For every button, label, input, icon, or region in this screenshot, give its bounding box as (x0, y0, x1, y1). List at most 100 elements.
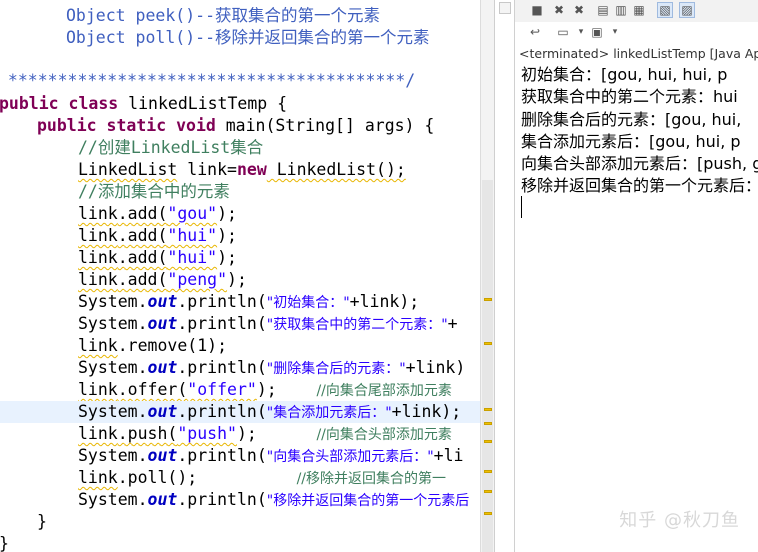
poll-line: link.poll(); //移除并返回集合的第一 (78, 467, 446, 489)
console-output-line: 初始集合：[gou, hui, hui, p (521, 65, 728, 84)
code-text: .println( (177, 490, 267, 509)
code-text: + (447, 314, 458, 333)
open-console-icon[interactable]: ▣ (589, 24, 605, 40)
code-text: .add( (117, 226, 168, 245)
class-declaration: public class linkedListTemp { (0, 93, 287, 115)
show-on-stderr-icon[interactable]: ▨ (679, 2, 695, 18)
code-text: ); (256, 380, 317, 399)
comment-create: //创建LinkedList集合 (78, 137, 263, 159)
console-output[interactable]: 初始集合：[gou, hui, hui, p 获取集合中的第二个元素：hui 删… (521, 64, 758, 198)
string-literal: "peng" (167, 270, 228, 289)
code-text: System. (78, 402, 148, 421)
warning-marker[interactable] (484, 490, 492, 493)
string-literal: "hui" (167, 248, 218, 267)
javadoc-line-peek: Object peek()--获取集合的第一个元素 (66, 5, 380, 27)
chevron-down-icon[interactable]: ▾ (573, 24, 589, 40)
code-text: link (78, 380, 118, 399)
method-signature: main(String[] args) { (215, 116, 435, 135)
string-literal: "push" (177, 424, 237, 443)
terminate-icon[interactable]: ■ (529, 2, 545, 18)
chevron-down-icon[interactable]: ▾ (607, 24, 623, 40)
declaration-line: LinkedList link=new LinkedList(); (78, 159, 406, 181)
code-text: link (78, 226, 118, 245)
offer-line: link.offer("offer"); //向集合尾部添加元素 (78, 379, 452, 401)
scroll-lock-icon[interactable]: ▥ (613, 2, 629, 18)
clear-console-icon[interactable]: ▤ (595, 2, 611, 18)
remove-line: link.remove(1); (78, 335, 227, 357)
println-line: System.out.println("获取集合中的第二个元素："+ (78, 313, 458, 335)
keyword: new (236, 160, 267, 179)
remove-all-launches-icon[interactable]: ✖ (571, 2, 587, 18)
pin-console-icon[interactable]: ↩ (527, 24, 543, 40)
string-literal: "集合添加元素后：" (266, 405, 392, 421)
string-literal: "offer" (187, 380, 257, 399)
code-text: link (78, 468, 118, 487)
code-text: ); (227, 270, 247, 289)
warning-marker[interactable] (484, 422, 492, 425)
console-output-line: 获取集合中的第二个元素：hui (521, 87, 738, 107)
word-wrap-icon[interactable]: ▦ (631, 2, 647, 18)
code-text: +link); (391, 402, 462, 421)
code-text: .offer( (117, 380, 188, 399)
code-text: .push( (117, 424, 178, 443)
code-text: link (78, 204, 118, 223)
code-text: .add( (117, 270, 168, 289)
code-text: System. (78, 490, 148, 509)
code-text: .remove(1); (117, 336, 228, 355)
javadoc-text: ****************************************… (0, 71, 416, 90)
code-text: LinkedList(); (266, 160, 406, 179)
code-text: .println( (177, 358, 267, 377)
code-text: link (78, 424, 118, 443)
comment-text: //向集合头部添加元素 (316, 427, 452, 443)
static-field: out (147, 292, 178, 311)
warning-marker[interactable] (484, 298, 492, 301)
current-line-highlight: System.out.println("集合添加元素后："+link); (0, 401, 480, 423)
string-literal: "gou" (167, 204, 218, 223)
static-field: out (147, 402, 178, 421)
javadoc-line-poll: Object poll()--移除并返回集合的第一个元素 (66, 27, 430, 49)
code-text: ); (217, 248, 237, 267)
code-text: System. (78, 314, 148, 333)
console-output-line: 删除集合后的元素：[gou, hui, (521, 109, 742, 129)
javadoc-text: Object peek()--获取集合的第一个元素 (66, 6, 381, 25)
show-on-stdout-icon[interactable]: ▧ (657, 2, 673, 18)
push-line: link.push("push"); //向集合头部添加元素 (78, 423, 452, 445)
code-text: } (37, 512, 47, 531)
add-call-line: link.add("hui"); (78, 225, 237, 247)
pane-separator (494, 0, 515, 552)
warning-marker[interactable] (484, 408, 492, 411)
string-literal: "删除集合后的元素：" (266, 361, 406, 377)
watermark: 知乎 @秋刀鱼 (619, 510, 740, 531)
comment-text: //移除并返回集合的第一 (296, 471, 446, 487)
overview-ruler[interactable] (480, 0, 495, 552)
remove-launch-icon[interactable]: ✖ (551, 2, 567, 18)
type-name: LinkedList (78, 160, 178, 179)
warning-marker[interactable] (484, 342, 492, 345)
method-close-brace: } (37, 511, 47, 533)
console-output-line: 向集合头部添加元素后：[push, g (521, 154, 758, 174)
ruler-scroll-region[interactable] (482, 180, 493, 552)
string-literal: "移除并返回集合的第一个元素后 (266, 493, 470, 509)
warning-marker[interactable] (484, 470, 492, 473)
warning-marker[interactable] (484, 440, 492, 443)
code-text: ); (236, 424, 317, 443)
add-call-line: link.add("gou"); (78, 203, 237, 225)
code-text: .poll(); (117, 468, 297, 487)
code-text: .add( (117, 248, 168, 267)
code-text: +link); (349, 292, 420, 311)
static-field: out (147, 446, 178, 465)
console-subtoolbar: ↩ ▭ ▾ ▣ ▾ (515, 22, 758, 42)
static-field: out (147, 314, 178, 333)
main-method-declaration: public static void main(String[] args) { (37, 115, 434, 137)
warning-marker[interactable] (484, 512, 492, 515)
class-name: linkedListTemp { (118, 94, 288, 113)
terminated-label: <terminated> linkedListTemp [Java Appli (519, 46, 758, 61)
javadoc-text: Object poll()--移除并返回集合的第一个元素 (66, 28, 430, 47)
status-box-icon (499, 2, 511, 14)
code-text: .add( (117, 204, 168, 223)
println-line: System.out.println("向集合头部添加元素后："+li (78, 445, 463, 467)
code-editor[interactable]: Object peek()--获取集合的第一个元素 Object poll()-… (0, 0, 480, 552)
code-text: .println( (177, 314, 267, 333)
comment-text: //向集合尾部添加元素 (316, 383, 452, 399)
display-console-icon[interactable]: ▭ (555, 24, 571, 40)
